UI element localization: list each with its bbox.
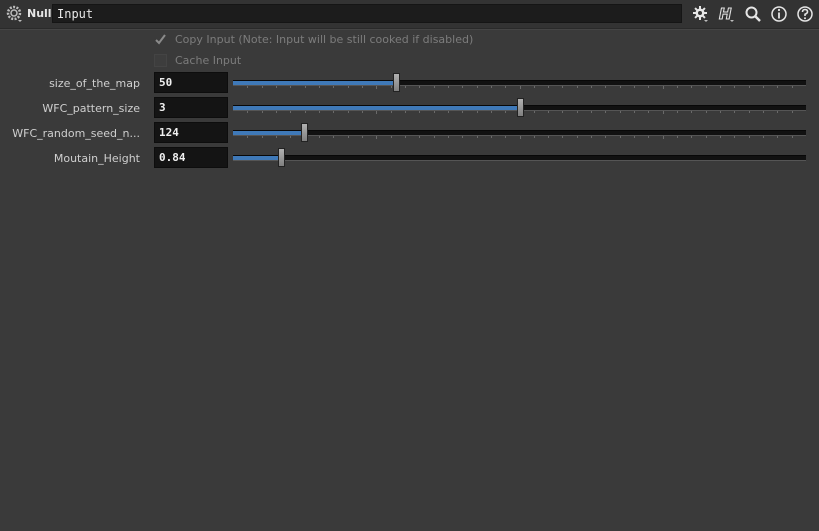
- houdini-h-icon[interactable]: H: [717, 5, 735, 23]
- slider-handle[interactable]: [393, 73, 400, 92]
- size-of-map-slider[interactable]: [233, 73, 806, 93]
- gear-icon[interactable]: [691, 5, 709, 23]
- mountain-height-slider[interactable]: [233, 148, 806, 168]
- wfc-random-seed-slider[interactable]: [233, 123, 806, 143]
- node-type-label: Null: [27, 7, 52, 20]
- slider-handle[interactable]: [517, 98, 524, 117]
- mountain-height-label: Moutain_Height: [53, 152, 140, 165]
- cache-input-label: Cache Input: [175, 53, 242, 67]
- slider-track: [233, 155, 806, 161]
- slider-fill: [233, 81, 396, 85]
- wfc-pattern-size-slider[interactable]: [233, 98, 806, 118]
- slider-handle[interactable]: [278, 148, 285, 167]
- wfc-random-seed-label: WFC_random_seed_n...: [12, 127, 140, 140]
- wfc-pattern-size-label: WFC_pattern_size: [42, 102, 140, 115]
- svg-text:H: H: [719, 5, 732, 23]
- copy-input-row[interactable]: Copy Input (Note: Input will be still co…: [154, 31, 473, 47]
- checkmark-icon: [155, 33, 166, 45]
- slider-fill: [233, 156, 281, 160]
- size-of-map-label: size_of_the_map: [49, 77, 140, 90]
- header-separator: [0, 29, 819, 30]
- slider-ticks: [247, 136, 793, 139]
- copy-input-checkbox[interactable]: [154, 33, 167, 46]
- slider-fill: [233, 106, 520, 110]
- slider-ticks: [247, 86, 793, 89]
- node-gear-icon[interactable]: [5, 5, 23, 23]
- slider-handle[interactable]: [301, 123, 308, 142]
- slider-fill: [233, 131, 304, 135]
- parameter-header: Null H: [0, 0, 819, 29]
- wfc-random-seed-field[interactable]: [154, 122, 228, 143]
- wfc-pattern-size-field[interactable]: [154, 97, 228, 118]
- node-name-field[interactable]: [52, 4, 682, 23]
- cache-input-row[interactable]: Cache Input: [154, 52, 241, 68]
- copy-input-label: Copy Input (Note: Input will be still co…: [175, 32, 474, 46]
- info-icon[interactable]: [770, 5, 788, 23]
- help-icon[interactable]: [796, 5, 814, 23]
- mountain-height-field[interactable]: [154, 147, 228, 168]
- cache-input-checkbox[interactable]: [154, 53, 167, 67]
- search-icon[interactable]: [744, 5, 762, 23]
- size-of-map-field[interactable]: [154, 72, 228, 93]
